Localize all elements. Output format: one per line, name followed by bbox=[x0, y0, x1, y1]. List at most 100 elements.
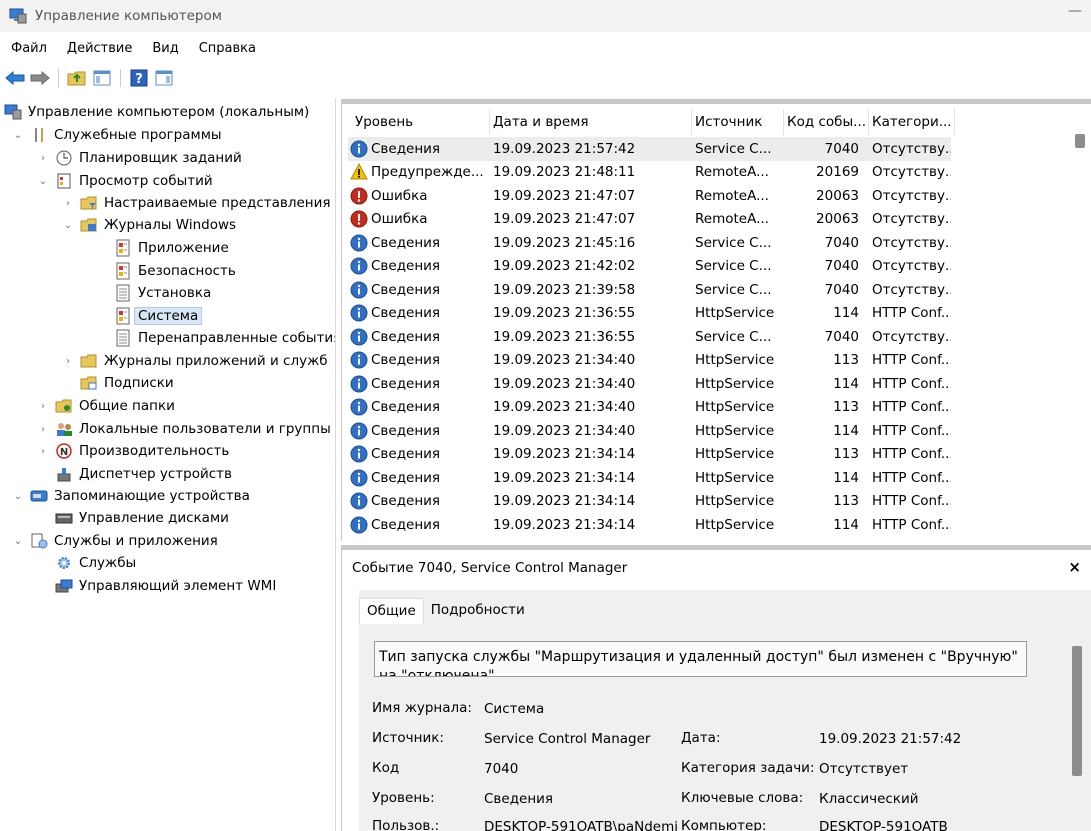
tree-item[interactable]: Подписки bbox=[62, 372, 174, 394]
computer-label: Компьютер: bbox=[681, 818, 767, 831]
col-source[interactable]: Источник bbox=[692, 109, 784, 135]
tree-item[interactable]: Управляющий элемент WMI bbox=[37, 575, 276, 597]
event-row[interactable]: Сведения 19.09.2023 21:34:14 HttpService 11… bbox=[348, 513, 951, 537]
menu-view[interactable]: Вид bbox=[141, 38, 187, 60]
chevron-right-icon[interactable]: › bbox=[62, 198, 74, 209]
event-row[interactable]: Сведения 19.09.2023 21:34:40 HttpService 11… bbox=[348, 419, 951, 443]
tree-item[interactable]: Перенаправленные события bbox=[96, 327, 335, 349]
menu-action[interactable]: Действие bbox=[56, 38, 141, 60]
close-details-button[interactable]: × bbox=[1068, 558, 1081, 576]
event-row[interactable]: Сведения 19.09.2023 21:57:42 Service C... 7… bbox=[348, 137, 951, 161]
event-row[interactable]: Сведения 19.09.2023 21:34:40 HttpService 11… bbox=[348, 396, 951, 420]
tree-item[interactable]: › N Производительность bbox=[37, 440, 229, 462]
log-plain-icon bbox=[114, 329, 132, 347]
event-row[interactable]: Сведения 19.09.2023 21:42:02 Service C... 7… bbox=[348, 255, 951, 279]
info-icon bbox=[350, 351, 368, 369]
event-date-cell: 19.09.2023 21:42:02 bbox=[493, 258, 636, 275]
help-button[interactable]: ? bbox=[128, 67, 150, 89]
tree-item[interactable]: Установка bbox=[96, 282, 211, 304]
chevron-right-icon[interactable]: › bbox=[37, 153, 49, 164]
minimize-button[interactable]: — bbox=[1065, 3, 1085, 19]
event-row[interactable]: Сведения 19.09.2023 21:34:40 HttpService 11… bbox=[348, 349, 951, 373]
grid-scrollbar[interactable] bbox=[1075, 134, 1085, 148]
event-category-cell: HTTP Conf... bbox=[872, 375, 951, 392]
col-date[interactable]: Дата и время bbox=[490, 109, 692, 135]
tree-item[interactable]: › Журналы приложений и служб bbox=[62, 350, 328, 372]
event-row[interactable]: Сведения 19.09.2023 21:34:14 HttpService 11… bbox=[348, 466, 951, 490]
up-level-button[interactable] bbox=[66, 67, 88, 89]
event-date-cell: 19.09.2023 21:36:55 bbox=[493, 328, 636, 345]
info-icon bbox=[350, 516, 368, 534]
tree-item[interactable]: Диспетчер устройств bbox=[37, 463, 232, 485]
event-row[interactable]: Сведения 19.09.2023 21:36:55 HttpService 11… bbox=[348, 302, 951, 326]
event-row[interactable]: Сведения 19.09.2023 21:34:14 HttpService 11… bbox=[348, 490, 951, 514]
tree-item-label: Общие папки bbox=[79, 398, 175, 414]
event-code-cell: 7040 bbox=[824, 234, 859, 251]
details-tabs: Общие Подробности bbox=[359, 598, 532, 624]
tree-item[interactable]: › Планировщик заданий bbox=[37, 147, 242, 169]
event-date-cell: 19.09.2023 21:47:07 bbox=[493, 187, 636, 204]
event-code-cell: 113 bbox=[833, 352, 859, 369]
date-label: Дата: bbox=[681, 730, 721, 746]
computer-management-icon bbox=[9, 8, 27, 24]
event-row[interactable]: Сведения 19.09.2023 21:45:16 Service C... 7… bbox=[348, 231, 951, 255]
tree-item[interactable]: › Локальные пользователи и группы bbox=[37, 418, 331, 440]
details-scrollbar[interactable] bbox=[1072, 646, 1082, 776]
error-icon bbox=[350, 187, 368, 205]
tab-general[interactable]: Общие bbox=[359, 598, 424, 624]
chevron-right-icon[interactable]: › bbox=[62, 356, 74, 367]
col-level[interactable]: Уровень bbox=[352, 109, 490, 135]
event-row[interactable]: Ошибка 19.09.2023 21:47:07 RemoteA... 20063… bbox=[348, 184, 951, 208]
chevron-down-icon[interactable]: ⌄ bbox=[12, 536, 24, 547]
event-message[interactable]: Тип запуска службы "Маршрутизация и удал… bbox=[374, 641, 1027, 677]
event-row[interactable]: Сведения 19.09.2023 21:34:14 HttpService 11… bbox=[348, 443, 951, 467]
tree-item[interactable]: ⌄ Запоминающие устройства bbox=[12, 485, 250, 507]
back-button[interactable] bbox=[4, 67, 26, 89]
tree-item[interactable]: › Общие папки bbox=[37, 395, 175, 417]
forward-button[interactable] bbox=[29, 67, 51, 89]
menu-file[interactable]: Файл bbox=[0, 38, 56, 60]
tree-item[interactable]: Приложение bbox=[96, 237, 229, 259]
show-hide-action-pane-button[interactable] bbox=[153, 67, 175, 89]
tree-item[interactable]: Управление компьютером (локальным) bbox=[4, 101, 309, 123]
event-row[interactable]: Сведения 19.09.2023 21:34:40 HttpService 11… bbox=[348, 372, 951, 396]
tree-item[interactable]: › Настраиваемые представления bbox=[62, 192, 331, 214]
event-level-cell: Сведения bbox=[348, 516, 486, 534]
chevron-down-icon[interactable]: ⌄ bbox=[12, 491, 24, 502]
event-row[interactable]: Сведения 19.09.2023 21:39:58 Service C... 7… bbox=[348, 278, 951, 302]
tree-item[interactable]: Службы bbox=[37, 552, 136, 574]
chevron-down-icon[interactable]: ⌄ bbox=[62, 220, 74, 231]
tab-details[interactable]: Подробности bbox=[424, 598, 532, 624]
event-date-cell: 19.09.2023 21:39:58 bbox=[493, 281, 636, 298]
tree-item[interactable]: Управление дисками bbox=[37, 507, 229, 529]
event-code-cell: 20063 bbox=[816, 211, 859, 228]
event-date-cell: 19.09.2023 21:34:40 bbox=[493, 399, 636, 416]
menu-bar: Файл Действие Вид Справка bbox=[0, 38, 265, 60]
tree-item[interactable]: ⌄ Службы и приложения bbox=[12, 530, 218, 552]
col-event-id[interactable]: Код собы... bbox=[784, 109, 869, 135]
event-row[interactable]: Ошибка 19.09.2023 21:47:07 RemoteA... 20063… bbox=[348, 208, 951, 232]
tree-item[interactable]: Безопасность bbox=[96, 260, 236, 282]
event-code-cell: 114 bbox=[833, 469, 859, 486]
back-arrow-icon bbox=[5, 71, 25, 85]
show-hide-console-tree-button[interactable] bbox=[91, 67, 113, 89]
info-icon bbox=[350, 281, 368, 299]
tree-item-label: Служебные программы bbox=[54, 127, 222, 143]
chevron-right-icon[interactable]: › bbox=[37, 424, 49, 435]
chevron-right-icon[interactable]: › bbox=[37, 446, 49, 457]
tree-item[interactable]: ⌄ Служебные программы bbox=[12, 124, 222, 146]
chevron-right-icon[interactable]: › bbox=[37, 401, 49, 412]
tree-item[interactable]: ⌄ Просмотр событий bbox=[37, 170, 213, 192]
chevron-down-icon[interactable]: ⌄ bbox=[12, 130, 24, 141]
folder-filter-icon bbox=[80, 194, 98, 212]
event-level-cell: Сведения bbox=[348, 140, 486, 158]
col-category[interactable]: Категори... bbox=[869, 109, 955, 135]
chevron-down-icon[interactable]: ⌄ bbox=[37, 176, 49, 187]
event-row[interactable]: Сведения 19.09.2023 21:36:55 Service C... 7… bbox=[348, 325, 951, 349]
menu-help[interactable]: Справка bbox=[188, 38, 265, 60]
event-row[interactable]: Предупреждe... 19.09.2023 21:48:11 RemoteA… bbox=[348, 161, 951, 185]
tree-item-label: Приложение bbox=[138, 240, 229, 256]
tree-item[interactable]: ⌄ Журналы Windows bbox=[62, 214, 236, 236]
tree-item[interactable]: Система bbox=[96, 305, 203, 327]
event-level-text: Ошибка bbox=[371, 187, 428, 204]
